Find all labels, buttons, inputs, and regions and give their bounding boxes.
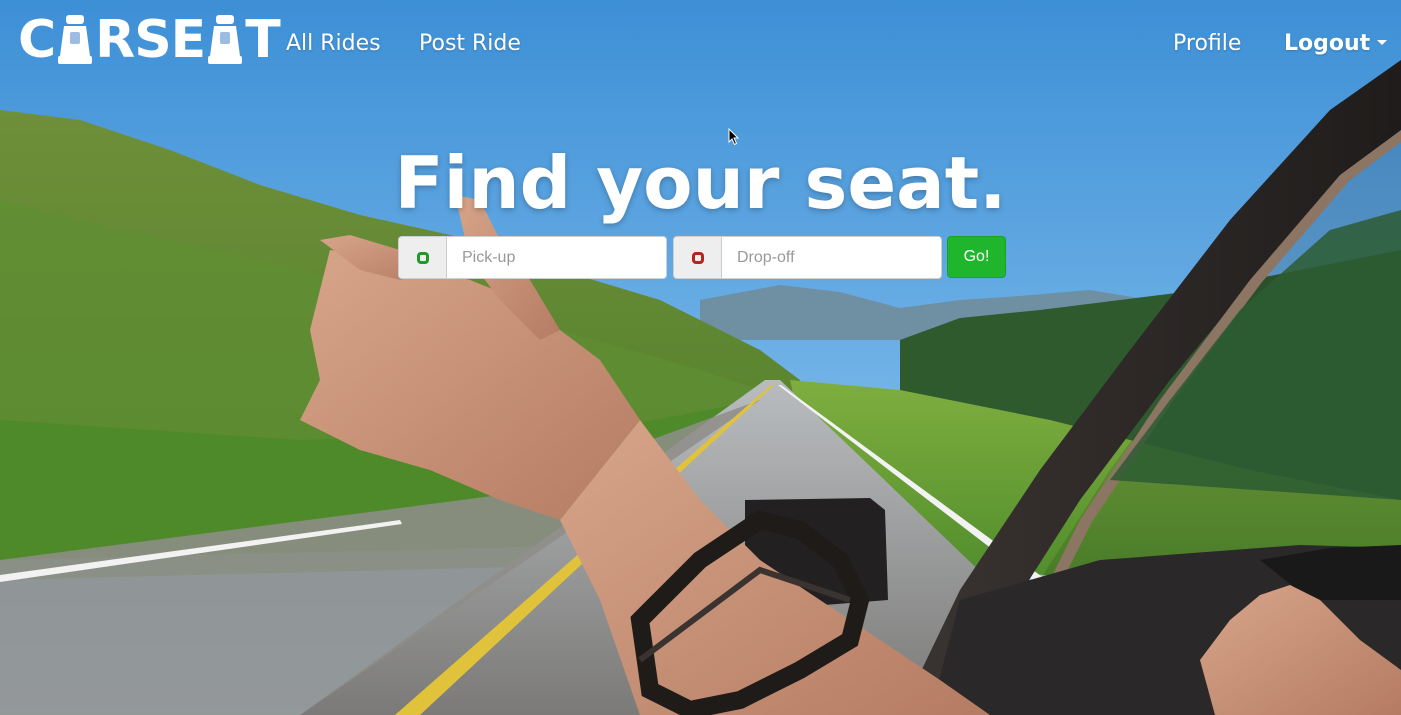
hero-title: Find your seat. bbox=[394, 141, 1007, 225]
pickup-input-group bbox=[398, 236, 667, 279]
ride-search-form: Go! bbox=[398, 236, 1006, 279]
caret-down-icon bbox=[1377, 39, 1388, 45]
brand-logo-middle: RSE bbox=[95, 10, 206, 70]
brand-logo[interactable]: C RSE T bbox=[18, 10, 281, 70]
nav-all-rides[interactable]: All Rides bbox=[286, 26, 381, 62]
brand-logo-c: C bbox=[18, 10, 56, 70]
nav-profile[interactable]: Profile bbox=[1173, 26, 1241, 62]
mouse-cursor-icon bbox=[728, 128, 740, 146]
car-seat-icon bbox=[208, 15, 243, 64]
nav-post-ride[interactable]: Post Ride bbox=[419, 26, 521, 62]
go-button[interactable]: Go! bbox=[947, 236, 1006, 278]
navbar: C RSE T All Rides Post Ride Profile Logo… bbox=[0, 0, 1401, 88]
nav-logout-dropdown[interactable]: Logout bbox=[1284, 26, 1388, 62]
nav-logout-label: Logout bbox=[1284, 31, 1371, 56]
dropoff-marker-icon bbox=[691, 251, 704, 264]
dropoff-input-group bbox=[673, 236, 942, 279]
pickup-marker-icon bbox=[416, 251, 429, 264]
page: C RSE T All Rides Post Ride Profile Logo… bbox=[0, 0, 1401, 715]
dropoff-addon bbox=[674, 237, 722, 278]
brand-logo-t: T bbox=[245, 10, 280, 70]
dropoff-input[interactable] bbox=[722, 237, 941, 278]
car-seat-icon bbox=[58, 15, 93, 64]
pickup-addon bbox=[399, 237, 447, 278]
hero-background-image bbox=[0, 0, 1401, 715]
pickup-input[interactable] bbox=[447, 237, 666, 278]
